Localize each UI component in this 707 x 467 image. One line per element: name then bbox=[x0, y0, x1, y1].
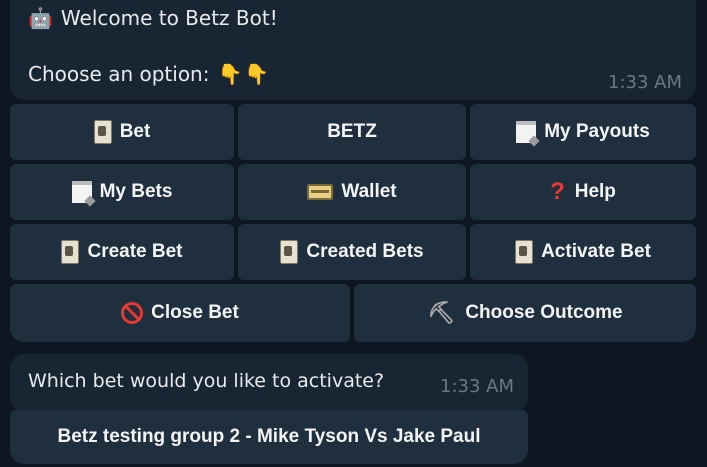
choose-outcome-button-label: Choose Outcome bbox=[465, 302, 623, 323]
my-payouts-button-label: My Payouts bbox=[544, 121, 650, 142]
activate-bet-button-label: Activate Bet bbox=[541, 241, 651, 262]
choose-outcome-button[interactable]: ⛏ Choose Outcome bbox=[354, 284, 696, 342]
close-bet-button-label: Close Bet bbox=[151, 302, 239, 323]
prohibited-icon bbox=[121, 302, 144, 324]
my-bets-button-label: My Bets bbox=[99, 181, 173, 202]
notepad-icon bbox=[516, 121, 537, 143]
activate-message-bubble: Which bet would you like to activate? 1:… bbox=[10, 354, 528, 412]
create-bet-button[interactable]: Create Bet bbox=[10, 224, 234, 280]
card-icon bbox=[93, 120, 112, 144]
help-button-label: Help bbox=[574, 181, 616, 202]
betz-button-label: BETZ bbox=[327, 121, 377, 142]
card-icon bbox=[280, 240, 299, 264]
pointing-down-hand-icon: 👇 bbox=[217, 62, 243, 86]
close-bet-button[interactable]: Close Bet bbox=[10, 284, 350, 342]
help-button[interactable]: ? Help bbox=[470, 164, 696, 220]
welcome-line: 🤖 Welcome to Betz Bot! bbox=[28, 6, 278, 30]
prompt-text: Choose an option: bbox=[28, 62, 210, 86]
bet-button-label: Bet bbox=[119, 121, 151, 142]
my-payouts-button[interactable]: My Payouts bbox=[470, 104, 696, 160]
card-icon bbox=[515, 240, 534, 264]
message-timestamp: 1:33 AM bbox=[608, 72, 682, 93]
pointing-down-hand-icon: 👇 bbox=[244, 62, 270, 86]
prompt-line: Choose an option: 👇 👇 bbox=[28, 62, 277, 86]
bet-option-label: Betz testing group 2 - Mike Tyson Vs Jak… bbox=[57, 426, 481, 447]
pick-icon: ⛏ bbox=[427, 300, 456, 325]
message-timestamp: 1:33 AM bbox=[440, 376, 514, 397]
created-bets-button-label: Created Bets bbox=[306, 241, 424, 262]
bet-button[interactable]: Bet bbox=[10, 104, 234, 160]
my-bets-button[interactable]: My Bets bbox=[10, 164, 234, 220]
created-bets-button[interactable]: Created Bets bbox=[238, 224, 466, 280]
welcome-greeting: Welcome to Betz Bot! bbox=[60, 6, 278, 30]
welcome-message-bubble: 🤖 Welcome to Betz Bot! Choose an option:… bbox=[10, 0, 696, 100]
create-bet-button-label: Create Bet bbox=[87, 241, 183, 262]
credit-card-icon bbox=[307, 184, 334, 200]
notepad-icon bbox=[71, 181, 92, 203]
bet-option-button[interactable]: Betz testing group 2 - Mike Tyson Vs Jak… bbox=[10, 410, 528, 464]
robot-icon: 🤖 bbox=[28, 6, 53, 30]
card-icon bbox=[61, 240, 80, 264]
betz-button[interactable]: BETZ bbox=[238, 104, 466, 160]
red-question-icon: ? bbox=[550, 178, 565, 205]
wallet-button-label: Wallet bbox=[341, 181, 397, 202]
activate-bet-button[interactable]: Activate Bet bbox=[470, 224, 696, 280]
wallet-button[interactable]: Wallet bbox=[238, 164, 466, 220]
activate-message-text: Which bet would you like to activate? bbox=[28, 370, 385, 392]
